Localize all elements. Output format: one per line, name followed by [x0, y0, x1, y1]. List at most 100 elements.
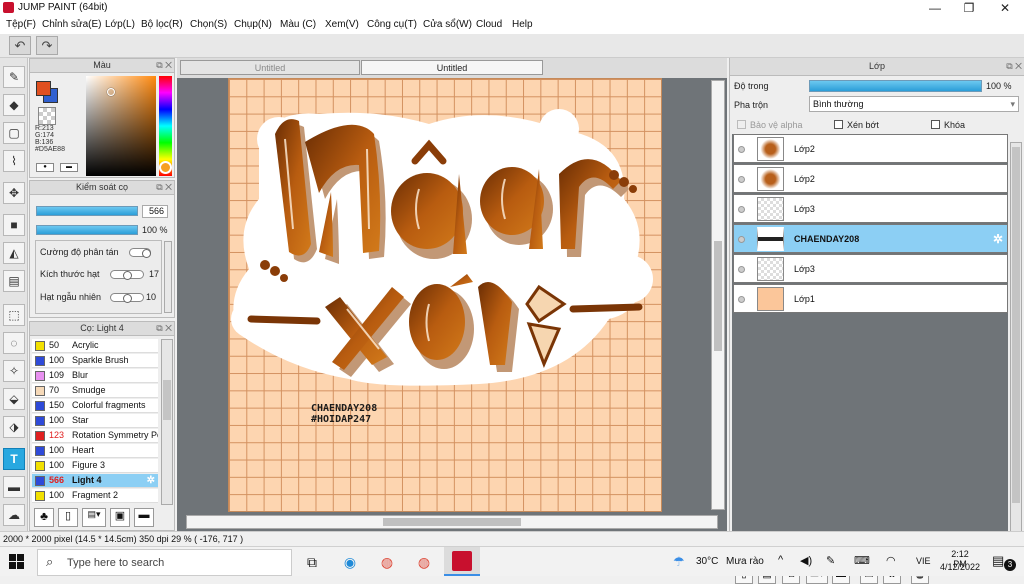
jump-paint-taskbar-button[interactable] [444, 547, 480, 576]
new-brush-icon[interactable]: ▯ [58, 508, 78, 527]
divider-tool-icon[interactable]: ▬ [3, 476, 25, 498]
brush-tree-icon[interactable]: ♣ [34, 508, 54, 527]
layer-visibility-icon[interactable] [738, 176, 745, 183]
menu-edit[interactable]: Chỉnh sửa(E) [42, 19, 102, 30]
saturation-value-picker[interactable] [86, 76, 156, 176]
layer-row[interactable]: Lớp2 [733, 134, 1008, 163]
layer-visibility-icon[interactable] [738, 206, 745, 213]
particle-size-slider[interactable] [110, 270, 144, 280]
layer-row[interactable]: CHAENDAY208 ✲ [733, 224, 1008, 253]
lock-checkbox[interactable] [931, 120, 940, 129]
move-tool-icon[interactable]: ✥ [3, 182, 25, 204]
brush-settings-gear-icon[interactable]: ✲ [147, 474, 155, 487]
menu-view[interactable]: Xem(V) [325, 19, 359, 30]
edge-browser-icon[interactable]: ◉ [338, 551, 362, 573]
speaker-icon[interactable]: ◀) [800, 554, 812, 567]
artwork-canvas[interactable]: CHAENDAY208 #HOIDAP247 [228, 78, 662, 512]
bucket-tool-icon[interactable]: ◭ [3, 242, 25, 264]
layer-list-scrollbar[interactable] [1010, 142, 1022, 558]
panel-close-icon[interactable]: ⧉ ✕ [156, 60, 172, 71]
protect-alpha-checkbox[interactable] [737, 120, 746, 129]
brush-item[interactable]: 100 Heart [32, 444, 158, 458]
notification-icon[interactable]: ▤ [992, 553, 1004, 569]
text-tool-icon[interactable]: T [3, 448, 25, 470]
brush-settings-icon[interactable]: ▣ [110, 508, 130, 527]
brush-item[interactable]: 100 Fragment 2 [32, 489, 158, 503]
clipping-checkbox[interactable] [834, 120, 843, 129]
layer-visibility-icon[interactable] [738, 296, 745, 303]
menu-tools[interactable]: Công cụ(T) [367, 19, 417, 30]
clock-date[interactable]: 4/12/2022 [940, 562, 980, 572]
foreground-color-swatch[interactable] [36, 81, 51, 96]
random-particle-slider[interactable] [110, 293, 144, 303]
brush-size-value[interactable]: 566 [142, 205, 168, 218]
language-indicator[interactable]: VIE [916, 556, 931, 566]
canvas-horizontal-scrollbar[interactable] [186, 515, 718, 529]
brush-item[interactable]: 123 Rotation Symmetry Pen [32, 429, 158, 443]
menu-layer[interactable]: Lớp(L) [105, 19, 135, 30]
fill-rect-icon[interactable]: ■ [3, 214, 25, 236]
brush-tool-icon[interactable]: ⌇ [3, 150, 25, 172]
brush-list-scrollbar[interactable] [161, 339, 173, 505]
brush-opacity-slider[interactable] [36, 225, 138, 235]
menu-help[interactable]: Help [512, 19, 533, 30]
chrome-icon-1[interactable]: ◍ [375, 551, 399, 573]
panel-close-icon[interactable]: ⧉ ✕ [156, 182, 172, 193]
lasso-tool-icon[interactable]: ◌ [3, 332, 25, 354]
hue-handle-icon[interactable] [159, 161, 172, 174]
menu-file[interactable]: Tệp(F) [6, 19, 36, 30]
layer-settings-gear-icon[interactable]: ✲ [993, 232, 1003, 246]
menu-color[interactable]: Màu (C) [280, 19, 316, 30]
color-add-button[interactable]: ● [36, 163, 54, 172]
brush-item[interactable]: 50 Acrylic [32, 339, 158, 353]
transparent-color-swatch[interactable] [38, 107, 56, 125]
canvas-vertical-scrollbar[interactable] [711, 80, 725, 510]
keyboard-icon[interactable]: ⌨ [854, 554, 870, 567]
weather-icon[interactable]: ☂ [673, 554, 685, 570]
layer-row[interactable]: Lớp2 [733, 164, 1008, 193]
select-pen-icon[interactable]: ⬙ [3, 388, 25, 410]
layer-visibility-icon[interactable] [738, 266, 745, 273]
color-remove-button[interactable]: ▬ [60, 163, 78, 172]
layer-visibility-icon[interactable] [738, 236, 745, 243]
brush-folder-icon[interactable]: ▬ [134, 508, 154, 527]
scatter-intensity-toggle[interactable] [129, 248, 151, 258]
close-button[interactable]: ✕ [988, 0, 1022, 16]
pen-workspace-icon[interactable]: ✎ [826, 554, 835, 567]
doc-tab-2-active[interactable]: Untitled [361, 60, 543, 75]
wifi-icon[interactable]: ◠ [886, 554, 896, 567]
task-view-icon[interactable]: ⧉ [300, 551, 324, 573]
options-scrollbar[interactable] [164, 241, 172, 313]
maximize-button[interactable]: ❐ [952, 0, 986, 16]
brush-item[interactable]: 70 Smudge [32, 384, 158, 398]
brush-menu-icon[interactable]: ▤▾ [82, 508, 106, 527]
tray-chevron-up-icon[interactable]: ^ [778, 554, 783, 566]
windows-start-icon[interactable] [9, 554, 25, 570]
menu-cloud[interactable]: Cloud [476, 19, 502, 30]
gradient-tool-icon[interactable]: ▤ [3, 270, 25, 292]
select-rect-icon[interactable]: ▢ [3, 122, 25, 144]
doc-tab-1[interactable]: Untitled [180, 60, 360, 75]
taskbar-search[interactable]: ⌕ Type here to search [37, 549, 292, 576]
layer-row[interactable]: Lớp1 [733, 284, 1008, 313]
marquee-tool-icon[interactable]: ⬚ [3, 304, 25, 326]
brush-item[interactable]: 109 Blur [32, 369, 158, 383]
menu-select[interactable]: Chọn(S) [190, 19, 227, 30]
layer-row[interactable]: Lớp3 [733, 194, 1008, 223]
brush-item[interactable]: 100 Figure 3 [32, 459, 158, 473]
menu-window[interactable]: Cửa sổ(W) [423, 19, 472, 30]
redo-icon[interactable]: ↷ [36, 36, 58, 55]
panel-close-icon[interactable]: ⧉ ✕ [156, 323, 172, 334]
blend-mode-select[interactable]: Bình thường ▾ [809, 96, 1019, 112]
magic-wand-icon[interactable]: ✧ [3, 360, 25, 382]
pen-tool-icon[interactable]: ✎ [3, 66, 25, 88]
chrome-icon-2[interactable]: ◍ [412, 551, 436, 573]
menu-filter[interactable]: Bộ lọc(R) [141, 19, 183, 30]
layer-opacity-slider[interactable] [809, 80, 982, 92]
menu-capture[interactable]: Chụp(N) [234, 19, 272, 30]
undo-icon[interactable]: ↶ [9, 36, 31, 55]
select-eraser-icon[interactable]: ⬗ [3, 416, 25, 438]
brush-item[interactable]: 566 Light 4 ✲ [32, 474, 158, 488]
panel-close-icon[interactable]: ⧉ ✕ [1006, 61, 1022, 72]
brush-size-slider[interactable] [36, 206, 138, 216]
